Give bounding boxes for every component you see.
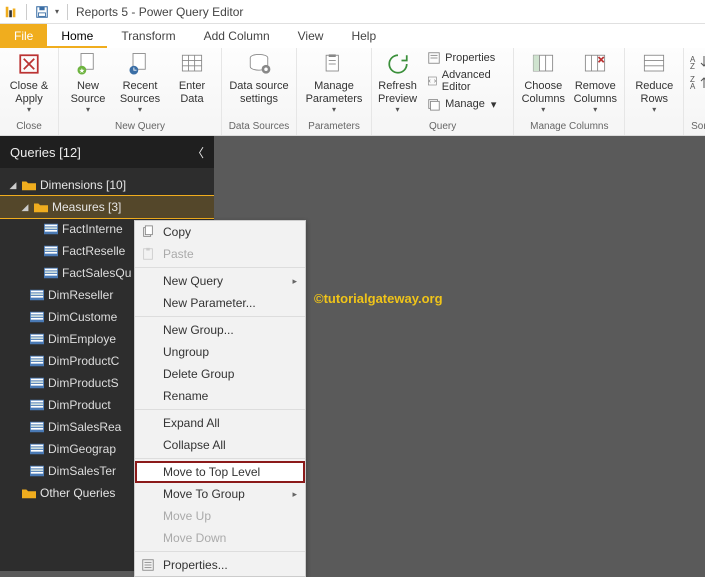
menu-delete-group[interactable]: Delete Group — [135, 363, 305, 385]
chevron-down-icon: ▾ — [86, 105, 90, 114]
menu-move-down: Move Down — [135, 527, 305, 549]
watermark-text: ©tutorialgateway.org — [314, 291, 443, 306]
expand-icon: ◢ — [20, 202, 30, 213]
menu-separator — [135, 316, 305, 317]
ribbon-group-data-sources: Data source settings Data Sources — [222, 48, 297, 135]
enter-data-button[interactable]: Enter Data — [169, 50, 215, 105]
menu-separator — [135, 551, 305, 552]
separator — [26, 4, 27, 20]
svg-text:A: A — [690, 82, 696, 90]
window-title: Reports 5 - Power Query Editor — [76, 5, 243, 19]
ribbon-group-manage-columns: Choose Columns ▾ Remove Columns ▾ Manage… — [514, 48, 625, 135]
folder-dimensions[interactable]: ◢ Dimensions [10] — [0, 174, 214, 196]
menu-ungroup[interactable]: Ungroup — [135, 341, 305, 363]
refresh-preview-button[interactable]: Refresh Preview ▾ — [378, 50, 417, 114]
menu-new-query[interactable]: New Query▸ — [135, 270, 305, 292]
menu-bar: File Home Transform Add Column View Help — [0, 24, 705, 48]
tab-transform[interactable]: Transform — [107, 24, 189, 48]
queries-header[interactable]: Queries [12] 〈 — [0, 136, 214, 168]
ribbon-group-sort: AZ ZA Sort — [684, 48, 705, 135]
sort-asc-icon[interactable]: AZ — [690, 54, 705, 70]
menu-move-top-level[interactable]: Move to Top Level — [135, 461, 305, 483]
chevron-down-icon: ▾ — [593, 105, 597, 114]
save-icon[interactable] — [35, 5, 49, 19]
recent-sources-button[interactable]: Recent Sources ▾ — [117, 50, 163, 114]
menu-separator — [135, 409, 305, 410]
chevron-down-icon: ▾ — [332, 105, 336, 114]
chevron-down-icon: ▾ — [138, 105, 142, 114]
menu-separator — [135, 458, 305, 459]
chevron-left-icon[interactable]: 〈 — [192, 144, 204, 161]
svg-text:★: ★ — [79, 67, 85, 75]
chevron-down-icon: ▾ — [491, 98, 497, 111]
context-menu: Copy Paste New Query▸ New Parameter... N… — [134, 220, 306, 577]
submenu-arrow-icon: ▸ — [292, 276, 297, 287]
menu-properties[interactable]: Properties... — [135, 554, 305, 576]
ribbon: Close & Apply ▾ Close ★ New Source ▾ Rec… — [0, 48, 705, 136]
data-source-settings-button[interactable]: Data source settings — [228, 50, 290, 105]
chevron-down-icon: ▾ — [541, 105, 545, 114]
query-stack: Properties Advanced Editor Manage ▾ — [423, 50, 507, 112]
ribbon-group-reduce: Reduce Rows ▾ — [625, 48, 684, 135]
menu-collapse-all[interactable]: Collapse All — [135, 434, 305, 456]
expand-icon: ◢ — [8, 180, 18, 191]
reduce-rows-button[interactable]: Reduce Rows ▾ — [631, 50, 677, 114]
ribbon-group-new-query: ★ New Source ▾ Recent Sources ▾ Enter Da… — [59, 48, 222, 135]
svg-text:Z: Z — [690, 62, 695, 70]
new-source-button[interactable]: ★ New Source ▾ — [65, 50, 111, 114]
tab-add-column[interactable]: Add Column — [190, 24, 284, 48]
advanced-editor-button[interactable]: Advanced Editor — [423, 68, 507, 94]
manage-button[interactable]: Manage ▾ — [423, 96, 507, 112]
close-apply-button[interactable]: Close & Apply ▾ — [6, 50, 52, 114]
menu-rename[interactable]: Rename — [135, 385, 305, 407]
chevron-down-icon: ▾ — [396, 105, 400, 114]
chevron-down-icon: ▾ — [27, 105, 31, 114]
ribbon-group-query: Refresh Preview ▾ Properties Advanced Ed… — [372, 48, 514, 135]
tab-help[interactable]: Help — [337, 24, 390, 48]
menu-move-to-group[interactable]: Move To Group▸ — [135, 483, 305, 505]
folder-measures[interactable]: ◢ Measures [3] — [0, 196, 214, 218]
menu-expand-all[interactable]: Expand All — [135, 412, 305, 434]
menu-separator — [135, 267, 305, 268]
menu-move-up: Move Up — [135, 505, 305, 527]
dropdown-icon[interactable]: ▾ — [55, 7, 59, 16]
properties-button[interactable]: Properties — [423, 50, 507, 66]
chevron-down-icon: ▾ — [652, 105, 656, 114]
manage-parameters-button[interactable]: Manage Parameters ▾ — [303, 50, 365, 114]
ribbon-group-parameters: Manage Parameters ▾ Parameters — [297, 48, 372, 135]
tab-home[interactable]: Home — [47, 24, 107, 48]
tab-file[interactable]: File — [0, 24, 47, 48]
separator — [67, 4, 68, 20]
sort-desc-icon[interactable]: ZA — [690, 74, 705, 90]
menu-paste: Paste — [135, 243, 305, 265]
ribbon-group-close: Close & Apply ▾ Close — [0, 48, 59, 135]
submenu-arrow-icon: ▸ — [292, 489, 297, 500]
app-icon — [4, 5, 18, 19]
content-area: Queries [12] 〈 ◢ Dimensions [10] ◢ Measu… — [0, 136, 705, 571]
menu-new-group[interactable]: New Group... — [135, 319, 305, 341]
menu-copy[interactable]: Copy — [135, 221, 305, 243]
title-bar: ▾ Reports 5 - Power Query Editor — [0, 0, 705, 24]
menu-new-parameter[interactable]: New Parameter... — [135, 292, 305, 314]
remove-columns-button[interactable]: Remove Columns ▾ — [572, 50, 618, 114]
choose-columns-button[interactable]: Choose Columns ▾ — [520, 50, 566, 114]
tab-view[interactable]: View — [284, 24, 338, 48]
